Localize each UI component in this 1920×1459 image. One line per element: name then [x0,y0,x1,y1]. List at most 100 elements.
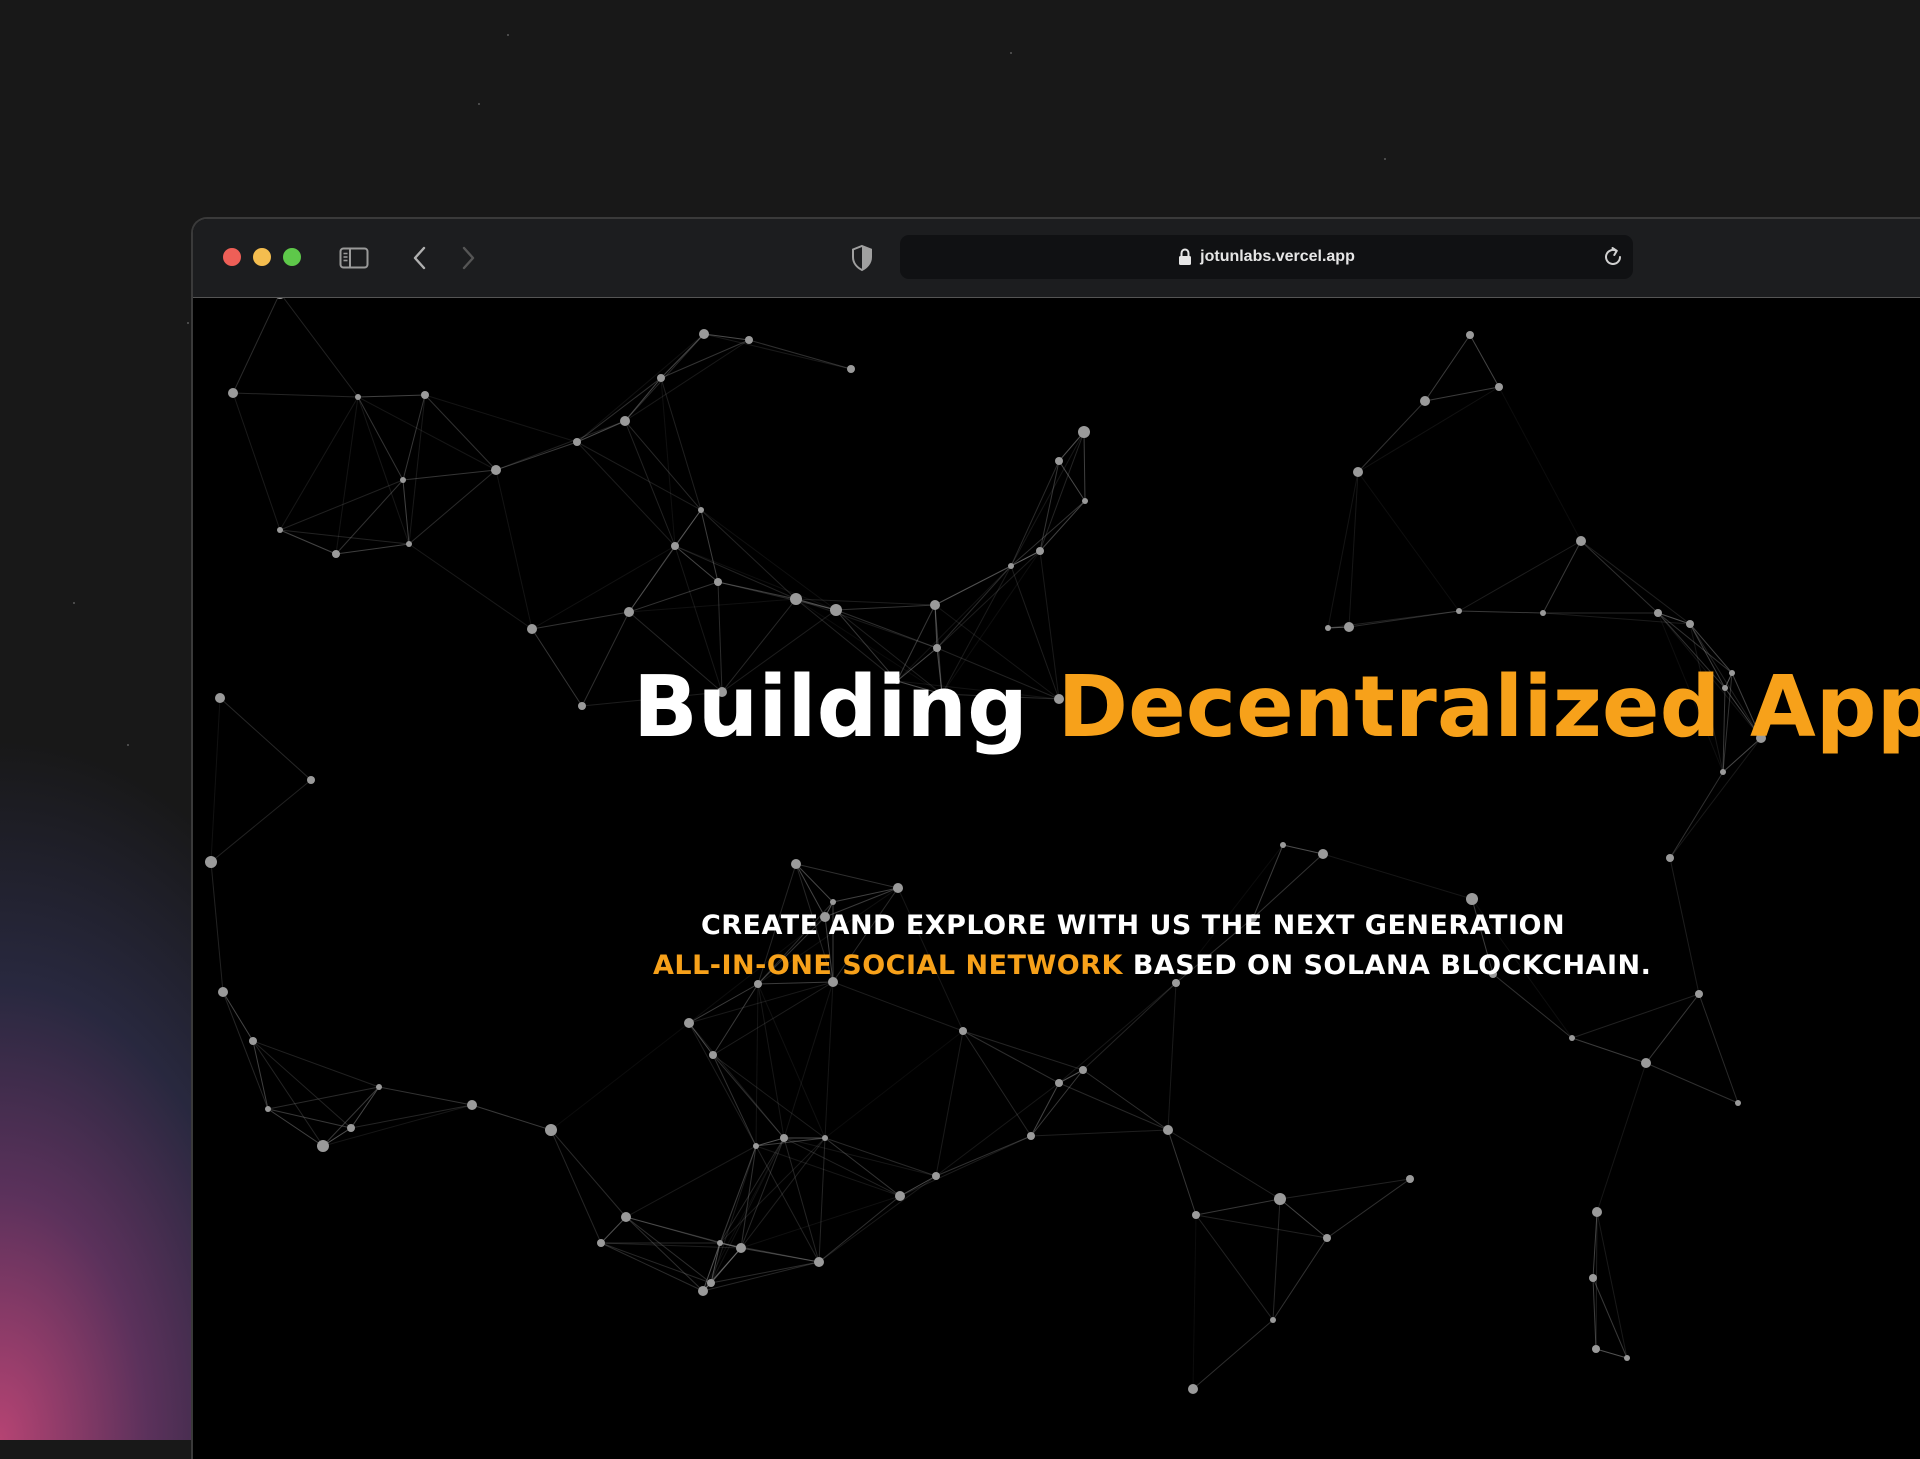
network-link [700,509,797,600]
network-link [1282,844,1324,855]
network-link [1424,334,1471,402]
network-link [962,1030,1032,1137]
network-node [1654,609,1662,617]
network-link [1195,1214,1274,1321]
network-link [740,1137,785,1249]
network-link [688,1022,714,1056]
browser-window: jotunlabs.vercel.app Building Decentrali… [193,219,1920,1459]
network-node [830,899,836,905]
network-link [1195,1214,1328,1239]
network-link [1322,853,1473,900]
minimize-icon[interactable] [253,248,271,266]
network-link [1167,1129,1281,1200]
network-link [674,545,837,611]
network-link [267,1086,380,1110]
network-link [832,981,964,1032]
network-link [1357,471,1460,612]
network-node [573,438,581,446]
network-link [824,1030,964,1139]
network-node [597,1239,605,1247]
network-node [624,607,634,617]
network-link [783,1137,937,1177]
network-node [1495,383,1503,391]
network-link [1195,1198,1281,1216]
network-link [210,779,312,863]
zoom-icon[interactable] [283,248,301,266]
lock-icon [1179,248,1192,265]
network-link [232,392,359,398]
network-node [1036,547,1044,555]
network-link [712,1054,826,1139]
network-node [376,1084,382,1090]
network-link [1272,1237,1328,1321]
network-node [814,1257,824,1267]
address-bar[interactable]: jotunlabs.vercel.app [900,235,1633,279]
network-link [1058,1069,1084,1084]
network-link [1645,1062,1739,1104]
network-node [699,329,709,339]
network-link [495,469,533,630]
network-node [620,416,630,426]
shield-icon[interactable] [847,243,877,273]
network-node [527,624,537,634]
network-node [698,1286,708,1296]
network-node [1695,990,1703,998]
network-link [335,543,410,555]
network-link [600,1242,712,1284]
network-node [1735,1100,1741,1106]
network-link [210,697,221,863]
network-link [688,983,759,1024]
network-node [1540,610,1546,616]
network-link [628,581,719,613]
network-link [550,1129,602,1244]
network-node [249,1037,257,1045]
network-link [210,861,224,993]
network-link [1058,1082,1169,1131]
forward-chevron-icon[interactable] [453,243,483,273]
close-icon[interactable] [223,248,241,266]
network-node [830,604,842,616]
network-node [895,1191,905,1201]
network-link [755,983,759,1147]
network-link [1010,460,1060,567]
network-link [335,396,359,555]
network-node [1569,1035,1575,1041]
network-node [698,507,704,513]
network-node [1353,467,1363,477]
backdrop-star [1384,158,1386,160]
network-link [835,604,936,611]
network-node [1079,1066,1087,1074]
network-link [1542,612,1691,625]
network-link [700,509,837,611]
network-node [1456,608,1462,614]
network-link [1082,982,1177,1071]
network-link [1458,610,1544,614]
network-node [218,987,228,997]
network-link [219,697,312,781]
network-node [780,1134,788,1142]
network-link [232,392,281,531]
network-node [1274,1193,1286,1205]
network-link [408,543,533,630]
network-link [624,420,676,547]
network-node [578,702,586,710]
network-link [408,469,497,545]
hero-subtitle: CREATE AND EXPLORE WITH US THE NEXT GENE… [653,906,1651,986]
network-node [332,550,340,558]
network-link [1279,1198,1328,1239]
network-link [795,863,899,889]
network-link [936,565,1012,649]
back-chevron-icon[interactable] [405,243,435,273]
network-node [621,1212,631,1222]
network-node [1466,331,1474,339]
network-link [1039,500,1086,552]
reload-icon[interactable] [1601,245,1625,269]
network-link [824,981,834,1139]
network-link [712,981,834,1056]
sidebar-icon[interactable] [339,243,369,273]
network-link [783,1137,820,1263]
network-link [660,377,676,547]
network-node [1592,1207,1602,1217]
network-node [421,391,429,399]
network-link [1592,1277,1597,1350]
